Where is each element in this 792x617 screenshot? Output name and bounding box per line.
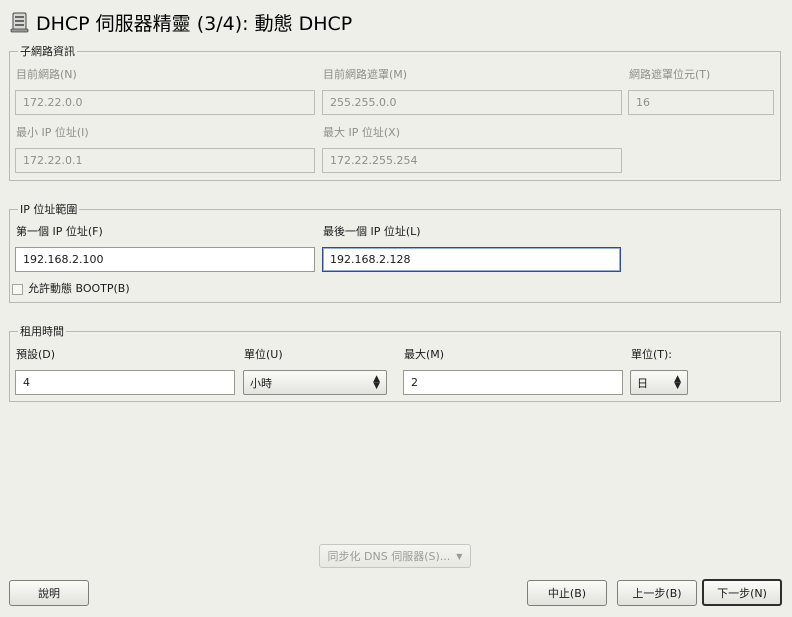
first-ip-field[interactable] <box>15 247 315 272</box>
netmask-bits-label: 網路遮罩位元(T) <box>629 68 711 81</box>
sync-dns-button[interactable]: 同步化 DNS 伺服器(S)... ▼ <box>319 544 471 568</box>
current-netmask-field[interactable] <box>322 90 622 115</box>
abort-button[interactable]: 中止(B) <box>527 580 607 606</box>
next-button[interactable]: 下一步(N) <box>702 579 782 606</box>
lease-max-unit-value: 日 <box>637 376 648 390</box>
current-netmask-label: 目前網路遮罩(M) <box>323 68 408 81</box>
spin-arrows-icon: ▲ ▼ <box>373 373 380 391</box>
max-ip-field[interactable] <box>322 148 622 173</box>
abort-button-label: 中止(B) <box>547 587 587 600</box>
netmask-bits-field[interactable] <box>628 90 774 115</box>
min-ip-label: 最小 IP 位址(I) <box>16 126 89 139</box>
current-network-field[interactable] <box>15 90 315 115</box>
lease-max-field[interactable] <box>403 370 623 395</box>
lease-default-label: 預設(D) <box>16 348 56 361</box>
dropdown-arrow-icon: ▼ <box>456 551 463 561</box>
back-button-label: 上一步(B) <box>632 587 682 600</box>
last-ip-field[interactable] <box>322 247 621 272</box>
page-title: DHCP 伺服器精靈 (3/4): 動態 DHCP <box>36 12 353 35</box>
bootp-label[interactable]: 允許動態 BOOTP(B) <box>28 282 130 296</box>
window-title-bar: DHCP 伺服器精靈 (3/4): 動態 DHCP <box>10 8 352 36</box>
server-icon <box>10 11 30 33</box>
next-button-label: 下一步(N) <box>717 586 767 600</box>
last-ip-label: 最後一個 IP 位址(L) <box>323 225 421 238</box>
first-ip-label: 第一個 IP 位址(F) <box>16 225 103 238</box>
lease-max-unit-select[interactable]: 日 ▲ ▼ <box>630 370 688 395</box>
sync-dns-button-label: 同步化 DNS 伺服器(S)... <box>327 550 451 563</box>
back-button[interactable]: 上一步(B) <box>617 580 697 606</box>
lease-max-unit-label: 單位(T): <box>631 348 673 361</box>
subnet-info-legend: 子網路資訊 <box>18 45 77 58</box>
bootp-checkbox[interactable] <box>12 284 23 295</box>
lease-default-unit-value: 小時 <box>250 376 272 390</box>
max-ip-label: 最大 IP 位址(X) <box>323 126 400 139</box>
ip-range-legend: IP 位址範圍 <box>18 203 80 216</box>
min-ip-field[interactable] <box>15 148 315 173</box>
help-button[interactable]: 說明 <box>9 580 89 606</box>
lease-time-legend: 租用時間 <box>18 325 66 338</box>
help-button-label: 說明 <box>38 587 60 600</box>
lease-default-field[interactable] <box>15 370 235 395</box>
lease-default-unit-label: 單位(U) <box>244 348 283 361</box>
lease-default-unit-select[interactable]: 小時 ▲ ▼ <box>243 370 387 395</box>
spin-arrows-icon: ▲ ▼ <box>674 373 681 391</box>
lease-max-label: 最大(M) <box>404 348 445 361</box>
current-network-label: 目前網路(N) <box>16 68 77 81</box>
